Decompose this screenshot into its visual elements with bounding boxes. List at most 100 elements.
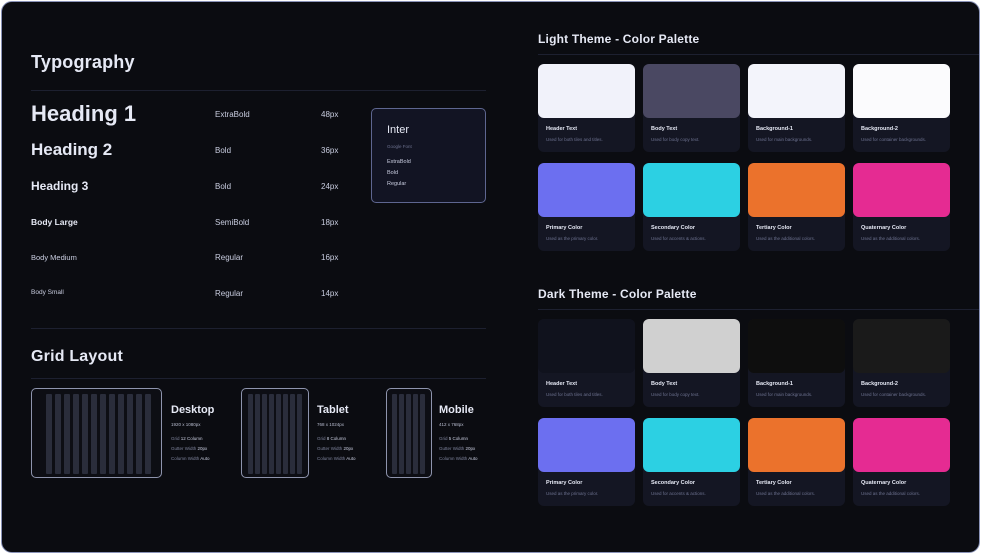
color-swatch [748, 418, 845, 472]
typo-row-heading-2: Heading 2 Bold 36px [31, 140, 351, 164]
typo-row-body-large: Body Large SemiBold 18px [31, 216, 351, 232]
grid-column [109, 394, 115, 474]
desktop-grid-preview [31, 388, 162, 478]
color-swatch [643, 418, 740, 472]
color-description: Used for container backgrounds. [861, 137, 927, 142]
color-name: Primary Color [546, 480, 583, 486]
typo-size: 36px [321, 146, 339, 155]
color-name: Quaternary Color [861, 480, 907, 486]
typo-name: Heading 1 [31, 101, 137, 126]
color-name: Secondary Color [651, 225, 696, 231]
tablet-gutter-spec: Gutter Width 20px [317, 446, 354, 451]
desktop-title: Desktop [171, 404, 215, 416]
font-family-card: Inter Google Font ExtraBold Bold Regular [371, 108, 486, 203]
color-name: Primary Color [546, 225, 583, 231]
color-name: Background-2 [861, 126, 898, 132]
color-swatch [538, 64, 635, 118]
color-swatch [538, 163, 635, 217]
color-swatch [643, 163, 740, 217]
grid-column [46, 394, 52, 474]
font-source: Google Font [387, 144, 412, 149]
color-swatch [643, 319, 740, 373]
typo-size: 48px [321, 110, 339, 119]
color-description: Used for main backgrounds. [756, 392, 813, 397]
grid-column [297, 394, 302, 474]
typo-weight: SemiBold [215, 218, 250, 227]
typo-name: Body Small [31, 289, 64, 296]
grid-column [276, 394, 281, 474]
dark-color-card-background-1: Background-1 Used for main backgrounds. [748, 319, 845, 407]
dark-color-card-secondary: Secondary Color Used for accents & actio… [643, 418, 740, 506]
color-description: Used as the primary color. [546, 236, 599, 241]
color-description: Used as the additional colors. [756, 491, 816, 496]
tablet-grid-spec: Grid 8 Column [317, 436, 347, 441]
mobile-gutter-spec: Gutter Width 20px [439, 446, 476, 451]
color-name: Background-2 [861, 381, 898, 387]
light-color-card-body-text: Body Text Used for body copy text. [643, 64, 740, 152]
light-color-card-quaternary: Quaternary Color Used as the additional … [853, 163, 950, 251]
dark-color-card-quaternary: Quaternary Color Used as the additional … [853, 418, 950, 506]
typo-row-body-medium: Body Medium Regular 16px [31, 252, 351, 266]
color-swatch [853, 418, 950, 472]
font-family-name: Inter [387, 124, 410, 136]
color-swatch [538, 319, 635, 373]
tablet-grid-preview [241, 388, 309, 478]
color-swatch [748, 64, 845, 118]
tablet-column-spec: Column Width Auto [317, 456, 356, 461]
dark-color-card-body-text: Body Text Used for body copy text. [643, 319, 740, 407]
light-palette-divider [538, 54, 979, 55]
grid-column [91, 394, 97, 474]
typo-row-heading-3: Heading 3 Bold 24px [31, 179, 351, 197]
color-description: Used for both tiles and titles. [546, 137, 603, 142]
grid-column [255, 394, 260, 474]
typo-weight: Bold [215, 146, 232, 155]
color-name: Tertiary Color [756, 225, 792, 231]
light-palette-title: Light Theme - Color Palette [538, 32, 700, 46]
grid-column [420, 394, 425, 474]
typo-weight: Regular [215, 289, 244, 298]
typography-bottom-divider [31, 328, 486, 329]
light-color-card-secondary: Secondary Color Used for accents & actio… [643, 163, 740, 251]
grid-column [248, 394, 253, 474]
tablet-size: 768 x 1024px [317, 422, 345, 427]
color-name: Tertiary Color [756, 480, 792, 486]
light-color-card-background-1: Background-1 Used for main backgrounds. [748, 64, 845, 152]
light-color-card-background-2: Background-2 Used for container backgrou… [853, 64, 950, 152]
typo-name: Body Medium [31, 253, 77, 262]
grid-column [269, 394, 274, 474]
desktop-gutter-spec: Gutter Width 20px [171, 446, 208, 451]
color-description: Used as the additional colors. [756, 236, 816, 241]
desktop-grid-spec: Grid 12 Column [171, 436, 203, 441]
grid-column [127, 394, 133, 474]
typo-size: 14px [321, 289, 339, 298]
color-name: Background-1 [756, 126, 793, 132]
typo-weight: ExtraBold [215, 110, 250, 119]
color-name: Header Text [546, 381, 578, 387]
color-name: Body Text [651, 381, 678, 387]
mobile-size: 412 x 768px [439, 422, 464, 427]
style-guide-board: Typography Heading 1 ExtraBold 48px Head… [1, 1, 980, 553]
grid-column [55, 394, 61, 474]
tablet-title: Tablet [317, 404, 349, 416]
color-description: Used for main backgrounds. [756, 137, 813, 142]
color-name: Header Text [546, 126, 578, 132]
color-description: Used for both tiles and titles. [546, 392, 603, 397]
color-description: Used for container backgrounds. [861, 392, 927, 397]
color-swatch [643, 64, 740, 118]
grid-column [136, 394, 142, 474]
mobile-column-spec: Column Width Auto [439, 456, 478, 461]
dark-palette-title: Dark Theme - Color Palette [538, 287, 697, 301]
typo-weight: Bold [215, 182, 232, 191]
dark-color-card-background-2: Background-2 Used for container backgrou… [853, 319, 950, 407]
mobile-grid-spec: Grid 5 Column [439, 436, 469, 441]
typo-row-heading-1: Heading 1 ExtraBold 48px [31, 101, 351, 129]
color-swatch [748, 163, 845, 217]
color-description: Used for body copy text. [651, 392, 700, 397]
grid-column [399, 394, 404, 474]
dark-color-card-header-text: Header Text Used for both tiles and titl… [538, 319, 635, 407]
grid-column [100, 394, 106, 474]
typo-name: Heading 3 [31, 179, 89, 193]
grid-column [290, 394, 295, 474]
typo-weight: Regular [215, 253, 244, 262]
color-name: Background-1 [756, 381, 793, 387]
